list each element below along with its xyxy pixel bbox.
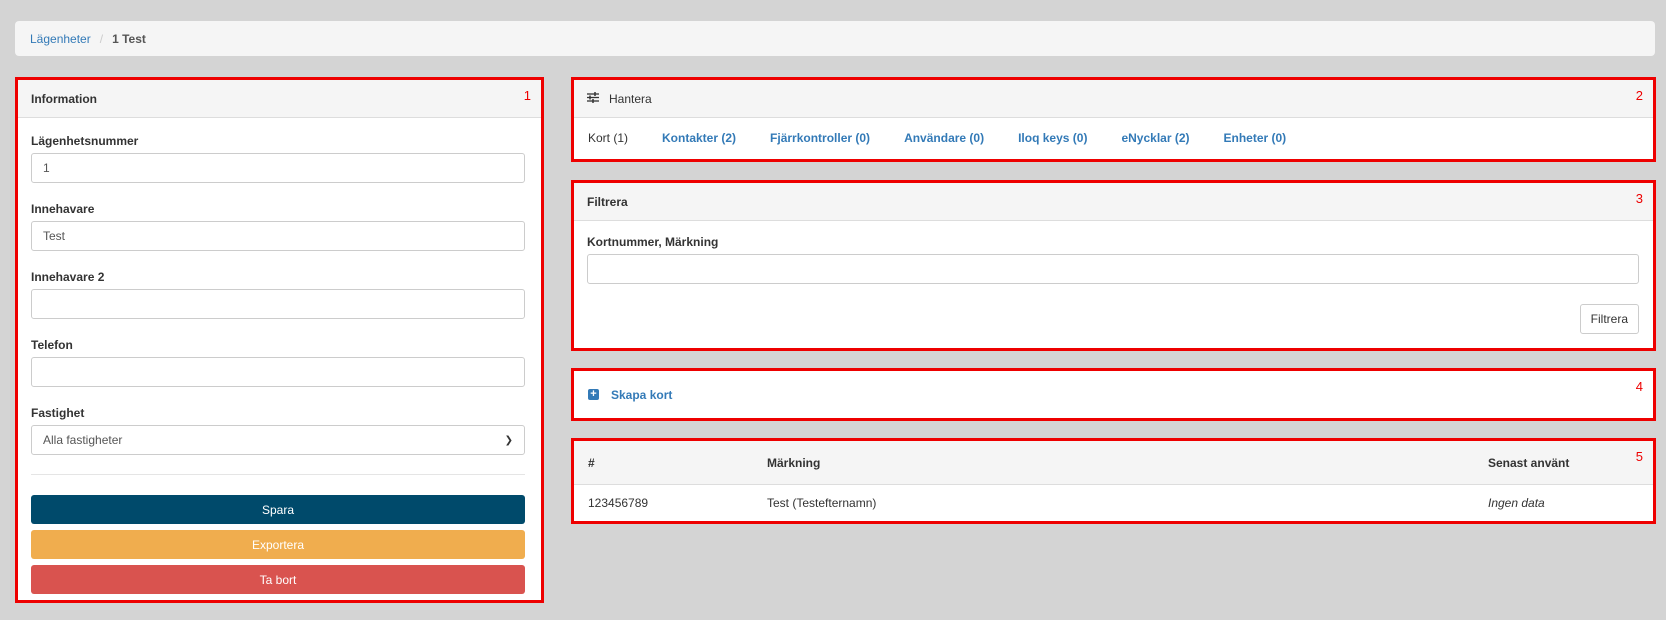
- apartment-number-label: Lägenhetsnummer: [31, 134, 139, 148]
- save-button[interactable]: Spara: [31, 495, 525, 524]
- filter-input[interactable]: [587, 254, 1639, 284]
- tab-kontakter[interactable]: Kontakter (2): [662, 131, 736, 145]
- manage-panel: 2 Hantera Kort (1) Kontakter (2) Fjärrko…: [571, 77, 1656, 162]
- information-panel: 1 Information Lägenhetsnummer 1 Innehava…: [15, 77, 544, 603]
- tab-anvandare[interactable]: Användare (0): [904, 131, 984, 145]
- phone-input[interactable]: [31, 357, 525, 387]
- breadcrumb: Lägenheter / 1 Test: [15, 21, 1655, 56]
- property-select[interactable]: Alla fastigheter ❯: [31, 425, 525, 455]
- filter-panel-heading: Filtrera: [574, 183, 1653, 221]
- cards-table: # Märkning Senast använt 123456789 Test …: [574, 441, 1653, 521]
- table-header-row: # Märkning Senast använt: [574, 441, 1653, 485]
- filter-button[interactable]: Filtrera: [1579, 304, 1639, 334]
- annotation-number-3: 3: [1635, 191, 1643, 206]
- owner-group: Innehavare Test: [31, 202, 526, 251]
- annotation-number-5: 5: [1635, 449, 1643, 464]
- cards-table-panel: 5 # Märkning Senast använt 123456789 Tes…: [571, 438, 1656, 524]
- create-card-link[interactable]: + Skapa kort: [574, 371, 1653, 418]
- chevron-down-icon: ❯: [504, 434, 513, 446]
- owner-input[interactable]: Test: [31, 221, 525, 251]
- delete-button[interactable]: Ta bort: [31, 565, 525, 594]
- tab-enycklar[interactable]: eNycklar (2): [1121, 131, 1189, 145]
- create-card-label: Skapa kort: [611, 387, 673, 402]
- filter-label: Kortnummer, Märkning: [587, 235, 719, 249]
- tab-iloq-keys[interactable]: Iloq keys (0): [1018, 131, 1087, 145]
- property-label: Fastighet: [31, 406, 85, 420]
- cell-last-used: Ingen data: [1488, 496, 1545, 510]
- annotation-number-1: 1: [523, 88, 531, 103]
- tab-fjarrkontroller[interactable]: Fjärrkontroller (0): [770, 131, 870, 145]
- cell-label: Test (Testefternamn): [767, 496, 877, 510]
- manage-panel-title: Hantera: [609, 91, 652, 106]
- column-header-id: #: [588, 455, 595, 470]
- owner2-label: Innehavare 2: [31, 270, 105, 284]
- annotation-number-2: 2: [1635, 88, 1643, 103]
- breadcrumb-link-lagenheter[interactable]: Lägenheter: [30, 32, 91, 46]
- column-header-label: Märkning: [767, 455, 821, 470]
- apartment-number-input[interactable]: 1: [31, 153, 525, 183]
- manage-tabs: Kort (1) Kontakter (2) Fjärrkontroller (…: [574, 118, 1653, 158]
- annotation-number-4: 4: [1635, 379, 1643, 394]
- divider: [31, 474, 525, 475]
- owner2-input[interactable]: [31, 289, 525, 319]
- cell-id: 123456789: [588, 496, 649, 510]
- export-button[interactable]: Exportera: [31, 530, 525, 559]
- column-header-last-used: Senast använt: [1488, 455, 1570, 470]
- breadcrumb-separator: /: [99, 31, 104, 46]
- sliders-icon: [587, 91, 599, 106]
- information-panel-heading: Information: [18, 80, 541, 118]
- property-group: Fastighet Alla fastigheter ❯: [31, 406, 526, 455]
- phone-group: Telefon: [31, 338, 526, 387]
- breadcrumb-current: 1 Test: [112, 31, 146, 46]
- create-card-panel: 4 + Skapa kort: [571, 368, 1656, 421]
- property-select-value: Alla fastigheter: [43, 433, 123, 447]
- filter-panel: 3 Filtrera Kortnummer, Märkning Filtrera: [571, 180, 1656, 351]
- table-row[interactable]: 123456789 Test (Testefternamn) Ingen dat…: [574, 485, 1653, 521]
- phone-label: Telefon: [31, 338, 73, 352]
- owner-label: Innehavare: [31, 202, 95, 216]
- tab-kort[interactable]: Kort (1): [588, 131, 628, 145]
- manage-panel-heading: Hantera: [574, 80, 1653, 118]
- apartment-number-group: Lägenhetsnummer 1: [31, 134, 526, 183]
- owner2-group: Innehavare 2: [31, 270, 526, 319]
- tab-enheter[interactable]: Enheter (0): [1224, 131, 1287, 145]
- plus-square-icon: +: [588, 389, 599, 400]
